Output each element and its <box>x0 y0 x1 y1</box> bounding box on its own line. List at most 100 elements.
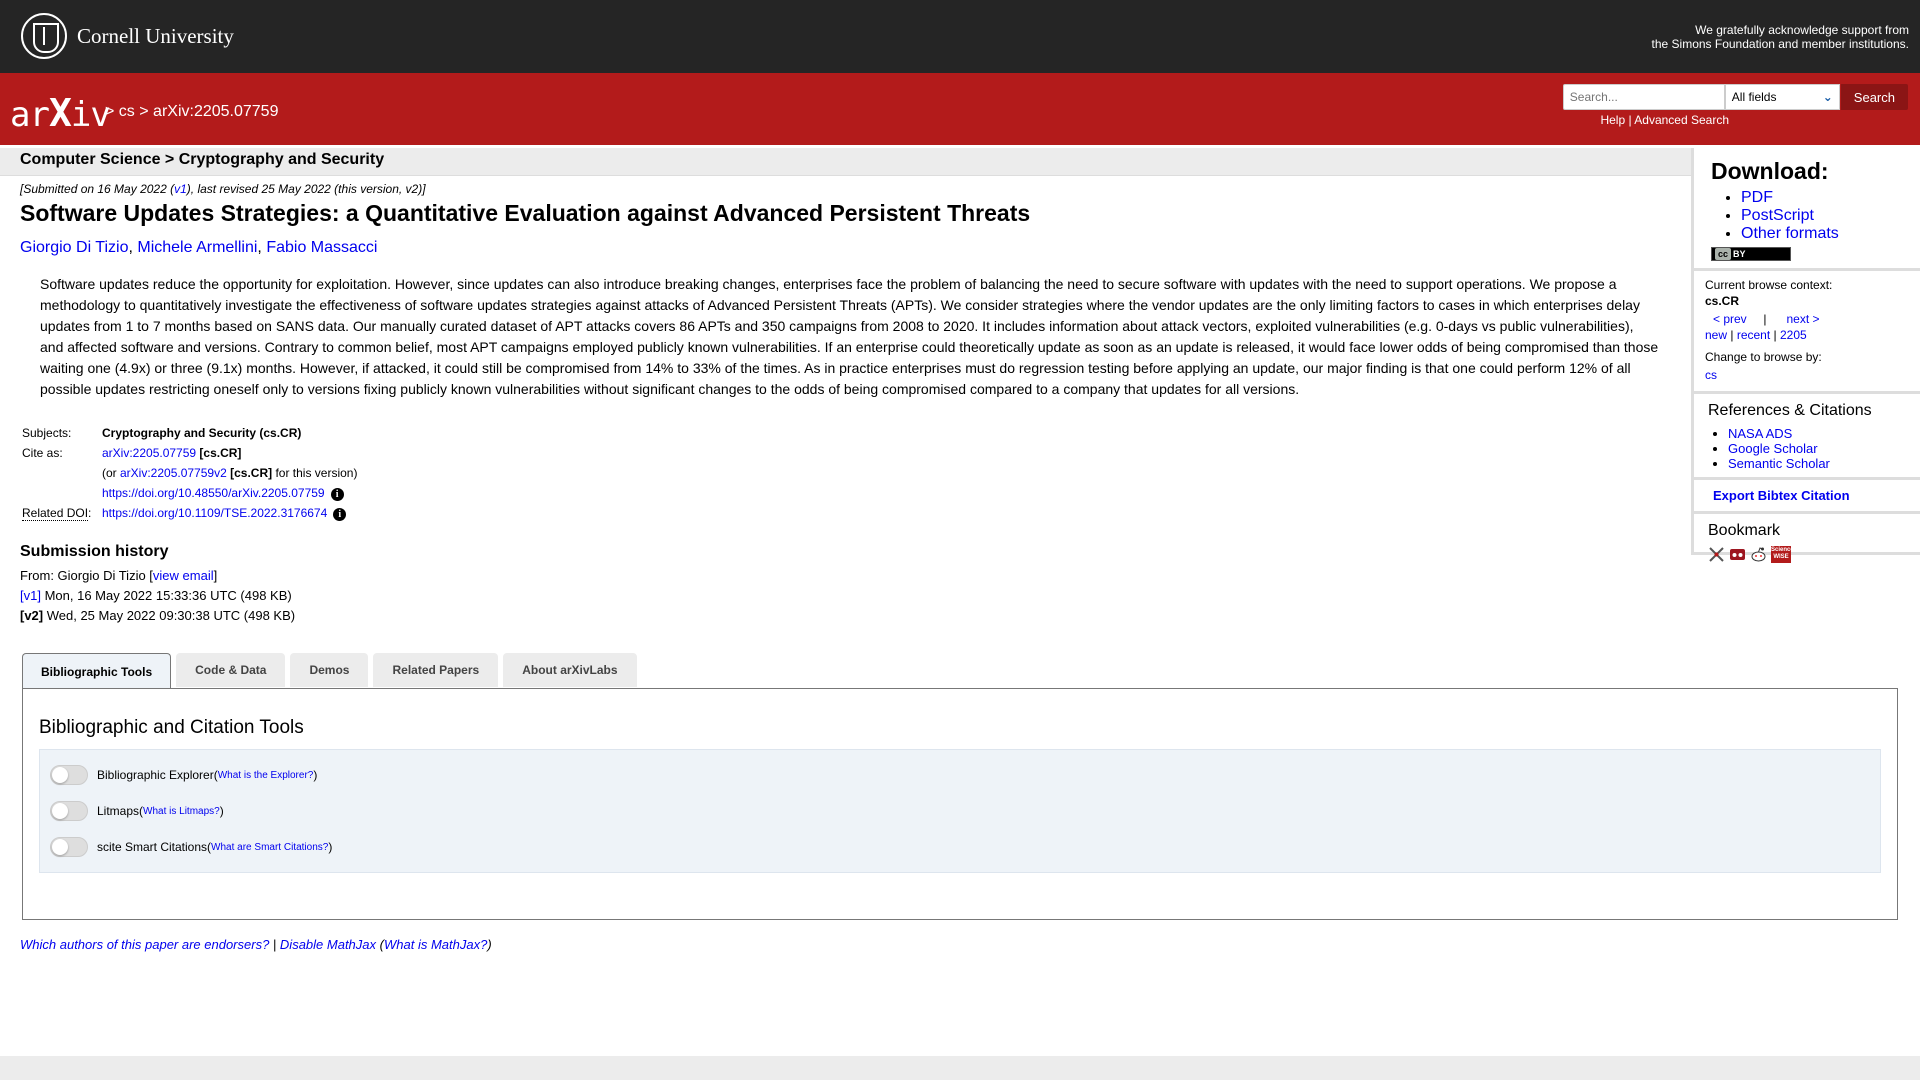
endorse-sep: | <box>269 937 280 952</box>
arxiv-logo[interactable]: arXiv <box>10 91 111 135</box>
tab-related-papers[interactable]: Related Papers <box>373 653 499 687</box>
what-is-explorer-link[interactable]: What is the Explorer? <box>218 770 314 781</box>
what-is-mathjax-link[interactable]: What is MathJax? <box>384 937 487 952</box>
tab-bibliographic-tools[interactable]: Bibliographic Tools <box>22 653 172 689</box>
tool-name: Bibliographic Explorer <box>97 768 214 782</box>
change-browse-cs-link[interactable]: cs <box>1705 368 1717 382</box>
author-link[interactable]: Fabio Massacci <box>266 239 377 256</box>
tab-code-data[interactable]: Code & Data <box>176 653 286 687</box>
browse-list-links: new | recent | 2205 <box>1705 327 1910 343</box>
download-postscript-link[interactable]: PostScript <box>1741 207 1814 224</box>
footer <box>0 1056 1920 1080</box>
history-v1-link[interactable]: [v1] <box>20 588 41 603</box>
next-link[interactable]: next > <box>1787 312 1820 326</box>
dateline-v1-link[interactable]: v1 <box>174 182 187 196</box>
bookmark-title: Bookmark <box>1708 522 1781 539</box>
cite-id-link[interactable]: arXiv:2205.07759 <box>102 446 196 460</box>
reddit-icon[interactable] <box>1750 546 1767 563</box>
cite-or: (or <box>102 466 120 480</box>
view-email-link[interactable]: view email <box>153 568 214 583</box>
right-sidebar: Download: PDF PostScript Other formats c… <box>1691 148 1920 563</box>
ref-item: Semantic Scholar <box>1728 456 1910 471</box>
arxiv-doi-link[interactable]: https://doi.org/10.48550/arXiv.2205.0775… <box>102 486 325 500</box>
metadata-table: Subjects: Cryptography and Security (cs.… <box>20 424 359 524</box>
download-title: Download: <box>1711 158 1829 184</box>
cite-v2-link[interactable]: arXiv:2205.07759v2 <box>120 466 227 480</box>
cc-badge-left: cc <box>1715 248 1732 260</box>
bookmark-section: Bookmark Science WISE <box>1694 514 1920 569</box>
download-other-link[interactable]: Other formats <box>1741 225 1839 242</box>
related-doi-colon: : <box>88 506 92 520</box>
tool-paren: ) <box>313 768 318 782</box>
tool-name: scite Smart Citations <box>97 840 208 854</box>
help-link[interactable]: Help <box>1600 113 1625 127</box>
chevron-down-icon: ⌄ <box>1822 90 1833 104</box>
logo-part-ar: ar <box>10 95 50 135</box>
category-header: Computer Science > Cryptography and Secu… <box>0 148 1692 176</box>
panel-title: Bibliographic and Citation Tools <box>39 717 304 738</box>
info-icon[interactable]: i <box>333 508 347 521</box>
new-link[interactable]: new <box>1705 328 1727 342</box>
cornell-logo[interactable]: Cornell University <box>21 13 234 59</box>
cite-label: Cite as: <box>22 446 63 460</box>
advanced-search-link[interactable]: Advanced Search <box>1634 113 1729 127</box>
author-link[interactable]: Michele Armellini <box>137 239 257 256</box>
breadcrumb-cs[interactable]: cs <box>119 103 135 120</box>
subjects-row: Subjects: Cryptography and Security (cs.… <box>20 424 359 444</box>
litmaps-toggle[interactable] <box>50 801 88 821</box>
tab-demos[interactable]: Demos <box>290 653 369 687</box>
acknowledgement: We gratefully acknowledge support from t… <box>1652 23 1909 51</box>
month-link[interactable]: 2205 <box>1780 328 1807 342</box>
what-are-smart-citations-link[interactable]: What are Smart Citations? <box>211 842 328 853</box>
prev-link[interactable]: < prev <box>1713 312 1747 326</box>
search-input[interactable] <box>1562 84 1725 110</box>
semantic-scholar-link[interactable]: Semantic Scholar <box>1728 456 1830 471</box>
download-item: Other formats <box>1741 225 1910 243</box>
cite-version: (or arXiv:2205.07759v2 [cs.CR] for this … <box>100 464 359 484</box>
arxiv-header: arXiv > cs > arXiv:2205.07759 All fields… <box>0 73 1920 145</box>
related-doi-link[interactable]: https://doi.org/10.1109/TSE.2022.3176674 <box>102 506 327 520</box>
cite-v2-category: [cs.CR] <box>230 466 273 480</box>
scite-toggle[interactable] <box>50 837 88 857</box>
search-field-value: All fields <box>1731 90 1777 104</box>
doi-value: https://doi.org/10.48550/arXiv.2205.0775… <box>100 484 359 504</box>
google-scholar-link[interactable]: Google Scholar <box>1728 441 1818 456</box>
history-v2-label: [v2] <box>20 608 44 623</box>
nav-sep: | <box>1763 312 1767 326</box>
author-link[interactable]: Giorgio Di Tizio <box>20 239 128 256</box>
history-v2-text: Wed, 25 May 2022 09:30:38 UTC (498 KB) <box>43 608 296 623</box>
search-bar: All fields ⌄ Search <box>1562 84 1908 110</box>
info-icon[interactable]: i <box>330 488 344 501</box>
subjects-text: Cryptography and Security (cs.CR) <box>102 426 302 440</box>
history-v1: [v1] Mon, 16 May 2022 15:33:36 UTC (498 … <box>20 586 1670 606</box>
cite-this-version: for this version) <box>272 466 358 480</box>
tab-about-arxivlabs[interactable]: About arXivLabs <box>503 653 637 687</box>
disable-mathjax-link[interactable]: Disable MathJax <box>280 937 376 952</box>
dateline-pre: [Submitted on 16 May 2022 ( <box>20 182 175 196</box>
bibsonomy-icon[interactable] <box>1708 546 1725 563</box>
cc-by-license-badge[interactable]: cc BY <box>1711 247 1791 261</box>
empty-cell <box>20 464 100 484</box>
mendeley-icon[interactable] <box>1729 546 1746 563</box>
download-item: PDF <box>1741 189 1910 207</box>
references-list: NASA ADS Google Scholar Semantic Scholar <box>1728 426 1910 471</box>
tool-row-explorer: Bibliographic Explorer (What is the Expl… <box>50 765 317 785</box>
search-field-select[interactable]: All fields ⌄ <box>1724 84 1840 110</box>
endorsers-link[interactable]: Which authors of this paper are endorser… <box>20 937 269 952</box>
cite-row: Cite as: arXiv:2205.07759 [cs.CR] <box>20 444 359 464</box>
change-browse-label: Change to browse by: <box>1705 350 1822 364</box>
endorse-paren: ( <box>376 937 384 952</box>
endorse-paren: ) <box>487 937 492 952</box>
export-bibtex-link[interactable]: Export Bibtex Citation <box>1713 488 1850 503</box>
tab-panel: Bibliographic and Citation Tools Bibliog… <box>22 688 1898 920</box>
logo-part-iv: iv <box>70 95 111 135</box>
tool-paren: ) <box>328 840 333 854</box>
recent-link[interactable]: recent <box>1737 328 1770 342</box>
download-list: PDF PostScript Other formats <box>1741 189 1910 243</box>
download-pdf-link[interactable]: PDF <box>1741 189 1773 206</box>
explorer-toggle[interactable] <box>50 765 88 785</box>
nasa-ads-link[interactable]: NASA ADS <box>1728 426 1792 441</box>
sciencewise-icon[interactable]: Science WISE <box>1771 546 1794 563</box>
what-is-litmaps-link[interactable]: What is Litmaps? <box>143 806 220 817</box>
search-button[interactable]: Search <box>1840 84 1908 110</box>
